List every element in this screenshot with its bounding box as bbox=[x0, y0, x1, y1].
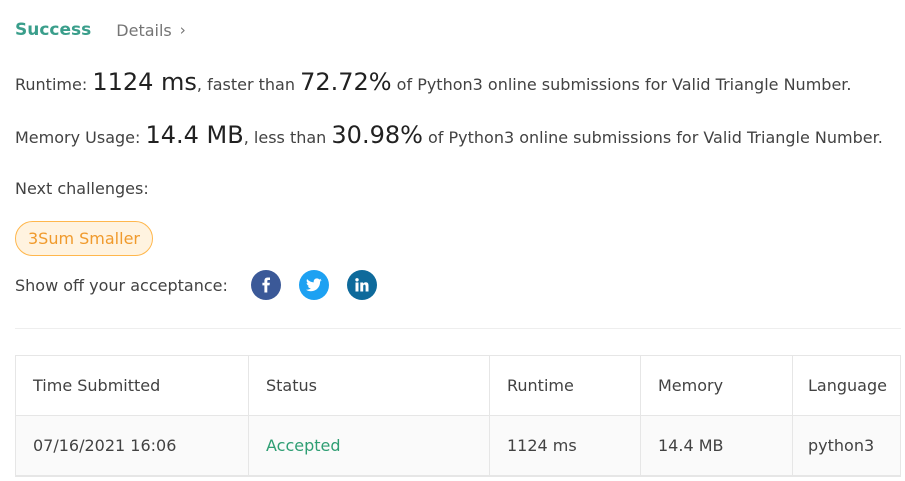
share-icons bbox=[251, 270, 377, 300]
cell-status: Accepted bbox=[249, 416, 490, 475]
chevron-right-icon: › bbox=[179, 21, 186, 39]
facebook-icon[interactable] bbox=[251, 270, 281, 300]
memory-label: Memory Usage: bbox=[15, 128, 146, 147]
runtime-label: Runtime: bbox=[15, 75, 93, 94]
submissions-table: Time Submitted Status Runtime Memory Lan… bbox=[15, 355, 901, 477]
table-row: 07/16/2021 16:06 Accepted 1124 ms 14.4 M… bbox=[16, 416, 900, 476]
next-challenges-label: Next challenges: bbox=[15, 179, 149, 198]
header-memory: Memory bbox=[641, 356, 793, 415]
runtime-suffix: of Python3 online submissions for Valid … bbox=[391, 75, 852, 94]
share-label: Show off your acceptance: bbox=[15, 276, 228, 295]
runtime-percent: 72.72% bbox=[300, 68, 392, 96]
table-header-row: Time Submitted Status Runtime Memory Lan… bbox=[16, 356, 900, 416]
linkedin-icon[interactable] bbox=[347, 270, 377, 300]
status-accepted-link[interactable]: Accepted bbox=[266, 436, 341, 455]
details-link[interactable]: Details › bbox=[116, 21, 185, 40]
challenge-3sum-smaller[interactable]: 3Sum Smaller bbox=[15, 221, 153, 256]
runtime-value: 1124 ms bbox=[92, 68, 197, 96]
header-time-submitted: Time Submitted bbox=[16, 356, 249, 415]
cell-time-submitted: 07/16/2021 16:06 bbox=[16, 416, 249, 475]
header-language: Language bbox=[808, 376, 887, 395]
memory-mid: , less than bbox=[243, 128, 332, 147]
runtime-stat: Runtime: 1124 ms, faster than 72.72% of … bbox=[15, 68, 851, 96]
memory-stat: Memory Usage: 14.4 MB, less than 30.98% … bbox=[15, 121, 883, 149]
result-header: Success Details › bbox=[15, 18, 186, 42]
twitter-icon[interactable] bbox=[299, 270, 329, 300]
details-label: Details bbox=[116, 20, 172, 40]
divider bbox=[15, 328, 901, 329]
memory-value: 14.4 MB bbox=[145, 121, 244, 149]
cell-language: python3 bbox=[808, 436, 875, 455]
status-success: Success bbox=[15, 20, 92, 40]
memory-suffix: of Python3 online submissions for Valid … bbox=[422, 128, 883, 147]
cell-memory: 14.4 MB bbox=[641, 416, 793, 475]
cell-runtime: 1124 ms bbox=[490, 416, 641, 475]
header-runtime: Runtime bbox=[490, 356, 641, 415]
memory-percent: 30.98% bbox=[331, 121, 423, 149]
runtime-mid: , faster than bbox=[196, 75, 301, 94]
header-status: Status bbox=[249, 356, 490, 415]
